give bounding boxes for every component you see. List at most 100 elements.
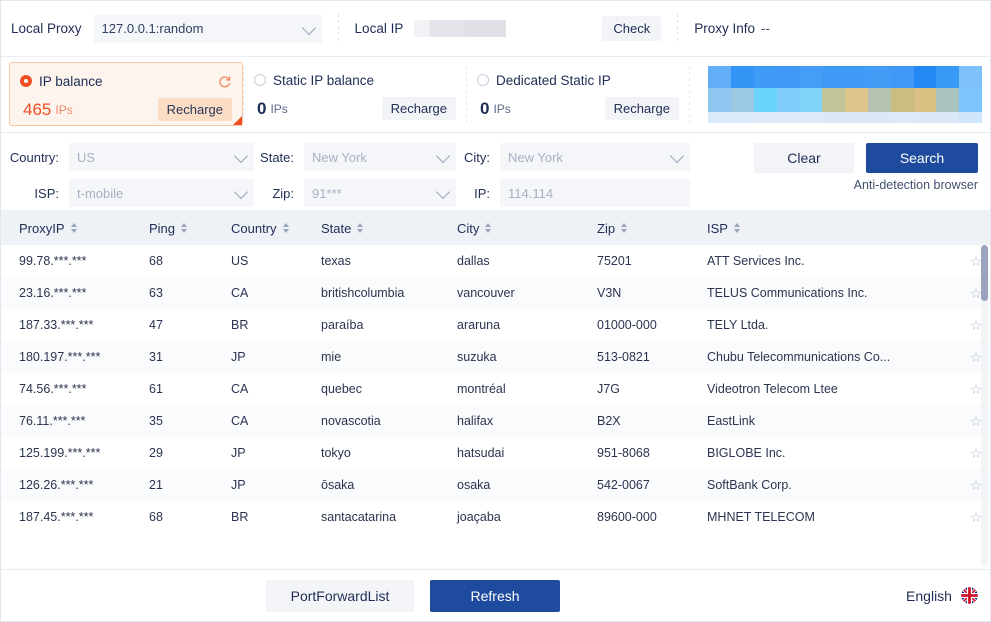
cell-city: joaçaba: [457, 510, 501, 524]
column-header-label: ISP: [707, 220, 728, 236]
column-header-zip[interactable]: Zip: [579, 211, 689, 245]
cell-zip: 01000-000: [597, 318, 657, 332]
isp-value: t-mobile: [77, 185, 124, 201]
language-switcher[interactable]: English: [906, 587, 978, 604]
radio-unselected-icon[interactable]: [254, 74, 266, 86]
cell-country: JP: [231, 446, 246, 460]
sort-toggle-icon[interactable]: [181, 223, 188, 233]
proxy-table-head: ProxyIP Ping Country State City Zip ISP: [1, 211, 990, 245]
anti-detection-browser-link[interactable]: Anti-detection browser: [854, 178, 978, 192]
table-row[interactable]: 23.16.***.*** 63 CA britishcolumbia vancouve…: [1, 277, 990, 309]
ip-balance-count: 465: [23, 99, 52, 119]
column-header-inner: ProxyIP: [19, 221, 77, 236]
column-header-city[interactable]: City: [439, 211, 579, 245]
filter-actions: Clear Search Anti-detection browser: [754, 143, 982, 192]
ip-label: IP:: [474, 185, 490, 201]
local-proxy-select[interactable]: 127.0.0.1:random: [93, 14, 322, 43]
ip-balance-title: IP balance: [39, 73, 103, 89]
table-row[interactable]: 126.26.***.*** 21 JP ōsaka osaka 542-0067 Soft…: [1, 469, 990, 501]
banner-block: [776, 65, 800, 88]
dedicated-static-ip-recharge-button[interactable]: Recharge: [604, 97, 679, 120]
banner-block: [845, 111, 868, 123]
proxy-table-container: ProxyIP Ping Country State City Zip ISP 99.78.…: [1, 211, 990, 569]
isp-select[interactable]: t-mobile: [69, 179, 254, 207]
chevron-down-icon: [669, 148, 685, 164]
dedicated-static-ip-card-header: Dedicated Static IP: [477, 70, 679, 90]
ip-balance-recharge-button[interactable]: Recharge: [157, 98, 232, 121]
column-header-label: Ping: [149, 220, 176, 236]
sort-toggle-icon[interactable]: [70, 223, 77, 233]
proxy-manager-window: Local Proxy 127.0.0.1:random Local IP Ch…: [0, 0, 991, 622]
table-row[interactable]: 125.199.***.*** 29 JP tokyo hatsudai 951-8068…: [1, 437, 990, 469]
zip-select[interactable]: 91***: [304, 179, 456, 207]
column-header-inner: State: [321, 221, 364, 236]
cell-isp: TELY Ltda.: [707, 318, 769, 332]
column-header-proxyip[interactable]: ProxyIP: [1, 211, 131, 245]
cell-isp: EastLink: [707, 414, 755, 428]
cell-ping: 47: [149, 318, 163, 332]
sort-toggle-icon[interactable]: [621, 223, 628, 233]
table-row[interactable]: 187.33.***.*** 47 BR paraíba araruna 01000-00…: [1, 309, 990, 341]
banner-block: [708, 111, 731, 123]
search-button[interactable]: Search: [866, 143, 978, 173]
column-header-ping[interactable]: Ping: [131, 211, 213, 245]
state-label: State:: [260, 149, 294, 165]
dedicated-static-ip-title: Dedicated Static IP: [496, 72, 611, 88]
static-ip-recharge-button[interactable]: Recharge: [381, 97, 456, 120]
port-forward-list-button[interactable]: PortForwardList: [266, 579, 415, 612]
radio-unselected-icon-2[interactable]: [477, 74, 489, 86]
column-header-country[interactable]: Country: [213, 211, 303, 245]
country-select[interactable]: US: [69, 143, 254, 171]
proxy-table: ProxyIP Ping Country State City Zip ISP 99.78.…: [1, 211, 990, 533]
clear-button[interactable]: Clear: [754, 143, 854, 173]
ip-input[interactable]: 114.114: [500, 179, 690, 207]
table-row[interactable]: 99.78.***.*** 68 US texas dallas 75201 ATT Ser…: [1, 245, 990, 277]
ip-balance-card[interactable]: IP balance 465 IPs Recharge: [9, 62, 243, 126]
cell-proxyip: 23.16.***.***: [19, 286, 87, 300]
banner-block: [959, 65, 982, 88]
banner-block: [867, 87, 891, 112]
radio-selected-icon[interactable]: [20, 75, 32, 87]
zip-value: 91***: [312, 185, 342, 201]
cell-isp: MHNET TELECOM: [707, 510, 815, 524]
static-ip-balance-card[interactable]: Static IP balance 0 IPs Recharge: [244, 62, 466, 126]
banner-block: [845, 65, 868, 88]
table-scrollbar-thumb[interactable]: [981, 245, 988, 301]
city-select[interactable]: New York: [500, 143, 690, 171]
country-value: US: [77, 149, 96, 165]
chevron-down-icon: [233, 184, 249, 200]
selected-corner-marker: [233, 116, 242, 125]
refresh-icon[interactable]: [217, 74, 232, 89]
proxy-info-label: Proxy Info --: [694, 21, 770, 36]
banner-block: [799, 65, 823, 88]
column-header-label: City: [457, 220, 480, 236]
table-row[interactable]: 76.11.***.*** 35 CA novascotia halifax B2X Eas…: [1, 405, 990, 437]
column-header-state[interactable]: State: [303, 211, 439, 245]
column-header-inner: ISP: [707, 221, 740, 236]
sort-toggle-icon[interactable]: [282, 223, 289, 233]
table-row[interactable]: 180.197.***.*** 31 JP mie suzuka 513-0821 Chub…: [1, 341, 990, 373]
state-select[interactable]: New York: [304, 143, 456, 171]
refresh-button[interactable]: Refresh: [430, 579, 561, 612]
cell-city: suzuka: [457, 350, 497, 364]
table-scrollbar[interactable]: [981, 245, 988, 567]
banner-block: [959, 111, 982, 123]
cell-country: CA: [231, 414, 249, 428]
sort-toggle-icon[interactable]: [357, 223, 364, 233]
cell-proxyip: 125.199.***.***: [19, 446, 101, 460]
banner-block: [753, 111, 777, 123]
dedicated-static-ip-card[interactable]: Dedicated Static IP 0 IPs Recharge: [467, 62, 689, 126]
table-row[interactable]: 187.45.***.*** 68 BR santacatarina joaçaba 89…: [1, 501, 990, 533]
column-header-label: ProxyIP: [19, 220, 65, 236]
cell-isp: BIGLOBE Inc.: [707, 446, 786, 460]
column-header-isp[interactable]: ISP: [689, 211, 944, 245]
sort-toggle-icon[interactable]: [485, 223, 492, 233]
sort-toggle-icon[interactable]: [733, 223, 740, 233]
proxy-info-value: --: [761, 21, 770, 36]
promo-banner-image[interactable]: [708, 65, 982, 123]
cell-zip: 75201: [597, 254, 632, 268]
table-row[interactable]: 74.56.***.*** 61 CA quebec montréal J7G Videot…: [1, 373, 990, 405]
check-button[interactable]: Check: [602, 16, 662, 41]
ip-balance-unit: IPs: [55, 102, 73, 117]
cell-ping: 61: [149, 382, 163, 396]
